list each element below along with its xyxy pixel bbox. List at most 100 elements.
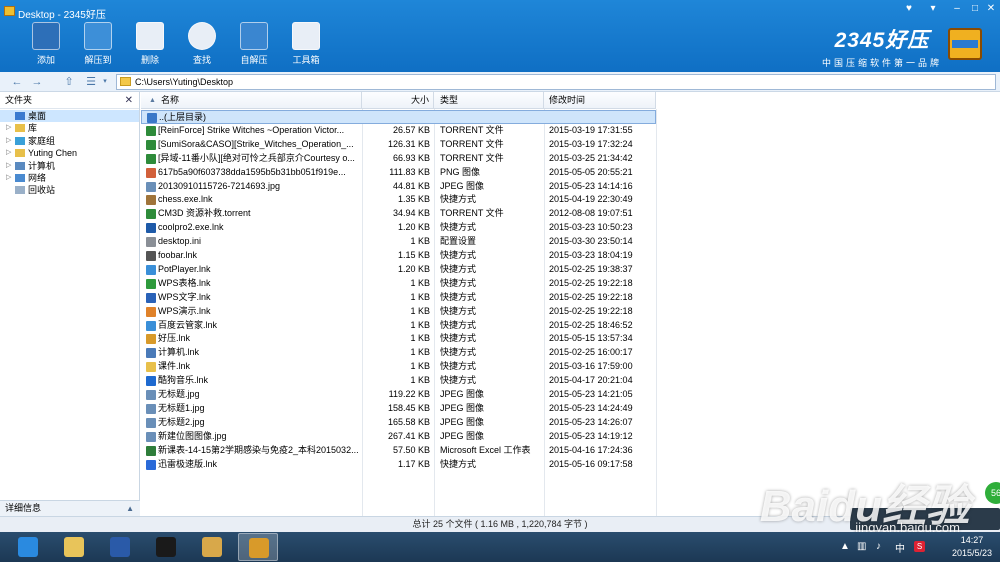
skin-icon[interactable]: ♥	[902, 2, 916, 16]
file-type: 快捷方式	[440, 333, 477, 344]
toolbox-button[interactable]: 工具箱	[280, 22, 332, 66]
menu-icon[interactable]: ▾	[926, 2, 940, 16]
file-row[interactable]: 617b5a90f603738dda1595b5b31bb051f919e...…	[141, 166, 656, 180]
file-type: JPEG 图像	[440, 389, 485, 399]
paint-icon	[202, 537, 222, 557]
file-row[interactable]: WPS演示.lnk 1 KB 快捷方式 2015-02-25 19:22:18	[141, 305, 656, 319]
taskbar-button[interactable]	[238, 533, 278, 561]
file-size: 1 KB	[410, 277, 430, 288]
delete-icon	[136, 22, 164, 50]
file-size: 1.20 KB	[397, 222, 430, 233]
taskbar-button[interactable]	[54, 533, 94, 561]
windows-taskbar: ▲ ▥ ♪ 中 S 14:27 2015/5/23	[0, 532, 1000, 562]
tree-item[interactable]: ▷ 网络	[0, 172, 139, 184]
file-row[interactable]: foobar.lnk 1.15 KB 快捷方式 2015-03-23 18:04:19	[141, 249, 656, 263]
sogou-input-icon[interactable]: S	[914, 541, 925, 552]
taskbar-button[interactable]	[146, 533, 186, 561]
tree-item[interactable]: ▷ 计算机	[0, 160, 139, 172]
details-panel-toggle[interactable]: 详细信息 ▲	[0, 500, 140, 516]
file-date: 2015-05-23 14:24:49	[549, 402, 633, 413]
file-row[interactable]: 迅雷极速版.lnk 1.17 KB 快捷方式 2015-05-16 09:17:58	[141, 458, 656, 472]
expand-arrow-icon[interactable]: ▷	[6, 172, 11, 184]
file-name: coolpro2.exe.lnk	[158, 222, 224, 233]
maximize-button[interactable]: □	[968, 2, 982, 16]
expand-arrow-icon[interactable]: ▷	[6, 147, 11, 159]
file-row[interactable]: 无标题1.jpg 158.45 KB JPEG 图像 2015-05-23 14:24…	[141, 402, 656, 416]
back-arrow-icon[interactable]: ←	[10, 75, 24, 89]
minimize-button[interactable]: –	[950, 2, 964, 16]
haozip-box-icon	[948, 28, 982, 60]
file-name: 无标题2.jpg	[158, 416, 205, 427]
column-name[interactable]: ▲ 名称	[141, 92, 362, 109]
column-size[interactable]: 大小	[362, 92, 434, 109]
brand-tagline: 中国压缩软件第一品牌	[821, 58, 942, 68]
tree-item[interactable]: ▷ Yuting Chen	[0, 147, 139, 159]
view-mode-icon[interactable]: ☰	[84, 75, 98, 89]
file-row[interactable]: CM3D 资源补救.torrent 34.94 KB TORRENT 文件 2012-…	[141, 207, 656, 221]
tree-item-label: 计算机	[28, 160, 56, 171]
file-row[interactable]: 新课表-14-15第2学期感染与免疫2_本科2015032... 57.50 KB…	[141, 444, 656, 458]
expand-arrow-icon[interactable]: ▷	[6, 135, 11, 147]
wps-sheet-icon	[146, 278, 156, 289]
chevron-up-icon[interactable]: ▲	[126, 501, 134, 516]
file-row[interactable]: WPS表格.lnk 1 KB 快捷方式 2015-02-25 19:22:18	[141, 277, 656, 291]
system-clock[interactable]: 14:27 2015/5/23	[952, 534, 992, 560]
network-tray-icon[interactable]: ▥	[857, 541, 866, 552]
tree-item[interactable]: ▷ 家庭组	[0, 135, 139, 147]
add-archive-icon	[32, 22, 60, 50]
file-row[interactable]: [SumiSora&CASO][Strike_Witches_Operation…	[141, 138, 656, 152]
taskbar-button[interactable]	[100, 533, 140, 561]
file-size: 1 KB	[410, 291, 430, 302]
file-row[interactable]: 计算机.lnk 1 KB 快捷方式 2015-02-25 16:00:17	[141, 346, 656, 360]
self-extract-button[interactable]: 自解压	[228, 22, 280, 66]
tray-icon[interactable]: ▲	[840, 541, 850, 552]
file-row[interactable]: [异域-11番小队][绝对可怜之兵部京介Courtesy o... 66.93 K…	[141, 152, 656, 166]
search-button[interactable]: 查找	[176, 22, 228, 66]
file-row[interactable]: [ReinForce] Strike Witches ~Operation Vi…	[141, 124, 656, 138]
expand-arrow-icon[interactable]: ▷	[6, 122, 11, 134]
file-row[interactable]: coolpro2.exe.lnk 1.20 KB 快捷方式 2015-03-23 10…	[141, 221, 656, 235]
extract-button[interactable]: 解压到	[72, 22, 124, 66]
close-button[interactable]: ✕	[984, 2, 998, 16]
file-row[interactable]: ..(上层目录)	[141, 110, 656, 124]
ime-indicator[interactable]: 中	[895, 540, 905, 555]
taskbar-button[interactable]	[192, 533, 232, 561]
expand-arrow-icon[interactable]: ▷	[6, 160, 11, 172]
file-row[interactable]: 酷狗音乐.lnk 1 KB 快捷方式 2015-04-17 20:21:04	[141, 374, 656, 388]
file-row[interactable]: 无标题.jpg 119.22 KB JPEG 图像 2015-05-23 14:21:…	[141, 388, 656, 402]
file-row[interactable]: 新建位图图像.jpg 267.41 KB JPEG 图像 2015-05-23 14:…	[141, 430, 656, 444]
column-type[interactable]: 类型	[434, 92, 544, 109]
volume-icon[interactable]: ♪	[876, 541, 881, 552]
taskbar-button[interactable]	[8, 533, 48, 561]
torrent-icon	[146, 153, 156, 164]
file-row[interactable]: 百度云管家.lnk 1 KB 快捷方式 2015-02-25 18:46:52	[141, 319, 656, 333]
view-dropdown-icon[interactable]: ▾	[98, 75, 112, 89]
file-row[interactable]: 好压.lnk 1 KB 快捷方式 2015-05-15 13:57:34	[141, 332, 656, 346]
file-row[interactable]: WPS文字.lnk 1 KB 快捷方式 2015-02-25 19:22:18	[141, 291, 656, 305]
floating-badge[interactable]: 56	[985, 482, 1000, 504]
file-row[interactable]: 20130910115726-7214693.jpg 44.81 KB JPEG 图…	[141, 180, 656, 194]
file-row[interactable]: 无标题2.jpg 165.58 KB JPEG 图像 2015-05-23 14:26…	[141, 416, 656, 430]
file-row[interactable]: chess.exe.lnk 1.35 KB 快捷方式 2015-04-19 22:30…	[141, 193, 656, 207]
sort-ascending-icon: ▲	[149, 97, 156, 104]
forward-arrow-icon[interactable]: →	[30, 75, 44, 89]
up-folder-icon[interactable]: ⇧	[62, 75, 76, 89]
tree-item[interactable]: 桌面	[0, 110, 139, 123]
file-row[interactable]: 课件.lnk 1 KB 快捷方式 2015-03-16 17:59:00	[141, 360, 656, 374]
torrent-icon	[146, 209, 156, 220]
tree-item[interactable]: 回收站	[0, 184, 139, 196]
tree-item-label: 库	[28, 123, 38, 134]
file-date: 2015-02-25 18:46:52	[549, 319, 633, 330]
column-header-row: ▲ 名称 大小 类型 修改时间	[141, 92, 656, 109]
close-icon[interactable]: ✕	[125, 92, 133, 109]
file-row[interactable]: PotPlayer.lnk 1.20 KB 快捷方式 2015-02-25 19:38…	[141, 263, 656, 277]
address-input[interactable]: C:\Users\Yuting\Desktop	[116, 74, 996, 90]
extract-icon	[84, 22, 112, 50]
add-archive-button[interactable]: 添加	[20, 22, 72, 66]
column-date[interactable]: 修改时间	[544, 92, 656, 109]
file-row[interactable]: desktop.ini 1 KB 配置设置 2015-03-30 23:50:14	[141, 235, 656, 249]
file-type: TORRENT 文件	[440, 152, 504, 163]
delete-button[interactable]: 删除	[124, 22, 176, 66]
jpeg-image-icon	[146, 390, 156, 400]
tree-item[interactable]: ▷ 库	[0, 122, 139, 134]
